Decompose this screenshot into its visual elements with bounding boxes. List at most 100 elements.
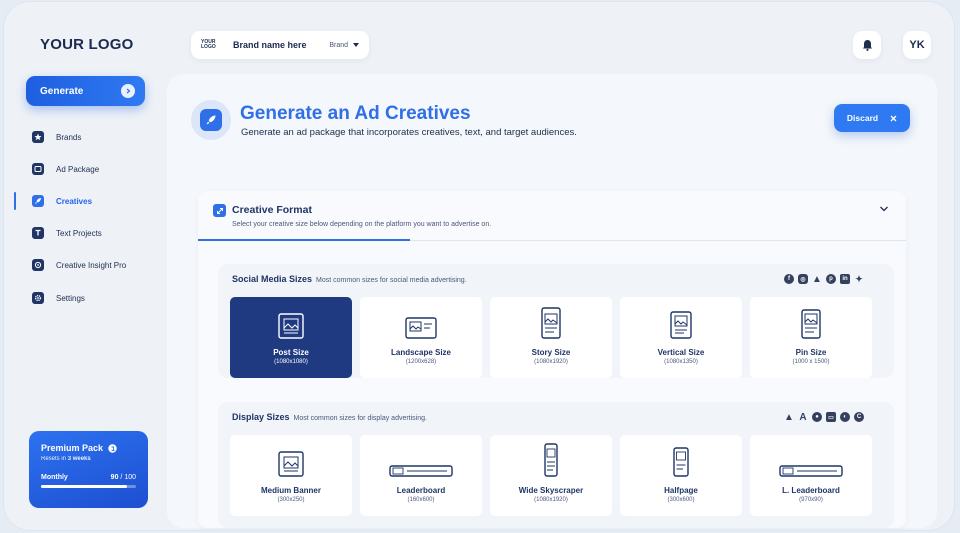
creative-format-title: Creative Format [232,204,312,216]
tile-size: (1200x628) [405,359,437,365]
sidebar-item-label: Text Projects [56,228,102,238]
facebook-icon: f [784,274,794,284]
tile-label: Leaderboard [396,486,446,495]
premium-title-row: Premium Pack [41,443,136,453]
premium-title: Premium Pack [41,443,104,453]
large-leaderboard-icon [779,465,843,477]
tile-size: (1000 x 1500) [792,359,830,365]
section-title: Social Media Sizes Most common sizes for … [232,274,467,284]
tile-story-size[interactable]: Story Size (1080x1920) [490,297,612,378]
tile-medium-banner[interactable]: Medium Banner (300x250) [230,435,352,516]
sidebar-item-label: Brands [56,132,82,142]
tile-label: L. Leaderboard [782,486,840,495]
tile-size: (1080x1920) [534,359,568,365]
tile-size: (1080x1350) [664,359,698,365]
premium-pack-card[interactable]: Premium Pack Resets in 3 weeks Monthly 9… [29,431,148,508]
tile-label: Halfpage [664,486,698,495]
active-indicator [14,192,16,210]
platform-icons: ▲ A ● ▭ ◐ C [784,411,864,423]
tile-leaderboard[interactable]: Leaderboard (160x600) [360,435,482,516]
brand-mini-logo: YOUR LOGO [201,39,216,50]
sidebar-item-label: Settings [56,293,85,303]
tile-label: Story Size [531,348,571,357]
tile-label: Medium Banner [260,486,321,495]
sidebar-item-brands[interactable]: Brands [32,129,81,145]
generate-label: Generate [40,85,84,97]
tile-post-size[interactable]: Post Size (1080x1080) [230,297,352,378]
app-frame: YOUR LOGO YOUR LOGO Brand name here Bran… [4,2,954,530]
tile-size: (300x600) [667,497,695,503]
platform-icons: f ◎ ▲ p in ✦ [784,273,864,285]
gear-icon [32,292,44,304]
chevron-down-icon[interactable] [879,205,889,213]
vertical-format-icon [670,311,692,339]
premium-usage: Monthly 90 / 100 [41,474,136,481]
square-format-icon [278,313,304,339]
halfpage-icon [673,447,689,477]
linkedin-icon: in [840,274,850,284]
tile-landscape-size[interactable]: Landscape Size (1200x628) [360,297,482,378]
premium-progress-fill [41,485,127,488]
rocket-icon [32,195,44,207]
twitter-icon: ✦ [855,273,863,284]
sidebar-item-settings[interactable]: Settings [32,290,85,306]
generate-button[interactable]: Generate [26,76,145,106]
media-icon: ▭ [826,412,836,422]
display-icon: ● [812,412,822,422]
page-subtitle: Generate an ad package that incorporates… [241,127,577,138]
adroll-icon: A [799,411,807,423]
premium-count: 90 / 100 [110,474,136,481]
tile-label: Post Size [273,348,309,357]
portrait-format-icon [541,307,561,339]
tile-wide-skyscraper[interactable]: Wide Skyscraper (1080x1920) [490,435,612,516]
tile-large-leaderboard[interactable]: L. Leaderboard (970x90) [750,435,872,516]
google-ads-icon: ▲ [812,273,822,285]
brand-dropdown[interactable]: Brand [329,42,359,49]
notifications-button[interactable] [853,31,881,59]
tile-vertical-size[interactable]: Vertical Size (1080x1350) [620,297,742,378]
page-title: Generate an Ad Creatives [240,103,471,124]
tile-label: Pin Size [795,348,827,357]
sidebar-item-creative-insight-pro[interactable]: Creative Insight Pro [32,257,126,273]
criteo-icon: C [854,412,864,422]
user-avatar[interactable]: YK [903,31,931,59]
landscape-format-icon [405,317,437,339]
discard-button[interactable]: Discard [834,104,910,132]
insight-icon [32,259,44,271]
close-icon [890,115,897,121]
tab-indicator [198,239,410,241]
tile-halfpage[interactable]: Halfpage (300x600) [620,435,742,516]
section-title: Display Sizes Most common sizes for displ… [232,412,427,422]
bell-icon [862,40,872,51]
social-media-sizes-section: Social Media Sizes Most common sizes for … [218,264,894,378]
chevron-right-icon [121,84,135,98]
brand-selector[interactable]: YOUR LOGO Brand name here Brand [191,31,369,59]
sidebar-item-text-projects[interactable]: Text Projects [32,225,102,241]
star-icon [32,131,44,143]
tile-label: Vertical Size [657,348,705,357]
brand-dropdown-label: Brand [329,41,348,49]
hero-icon [191,100,231,140]
tile-pin-size[interactable]: Pin Size (1000 x 1500) [750,297,872,378]
pinterest-icon: p [826,274,836,284]
tile-size: (1080x1080) [274,359,308,365]
caret-down-icon [353,43,359,47]
premium-progress-bar [41,485,136,488]
tile-size: (160x600) [407,497,435,503]
leaderboard-icon [389,465,453,477]
premium-period: Monthly [41,474,68,481]
app-logo: YOUR LOGO [40,36,134,53]
sidebar-item-ad-package[interactable]: Ad Package [32,161,99,177]
sidebar-item-label: Creatives [56,196,93,206]
network-icon: ◐ [840,412,850,422]
package-icon [32,163,44,175]
display-sizes-section: Display Sizes Most common sizes for displ… [218,402,894,528]
tile-label: Landscape Size [390,348,452,357]
pin-format-icon [801,309,821,339]
sidebar-item-label: Ad Package [56,164,100,174]
brand-name: Brand name here [233,40,307,50]
sidebar-item-creatives[interactable]: Creatives [32,193,92,209]
premium-resets: Resets in 3 weeks [41,456,91,462]
google-ads-icon: ▲ [784,411,794,423]
instagram-icon: ◎ [798,274,808,284]
